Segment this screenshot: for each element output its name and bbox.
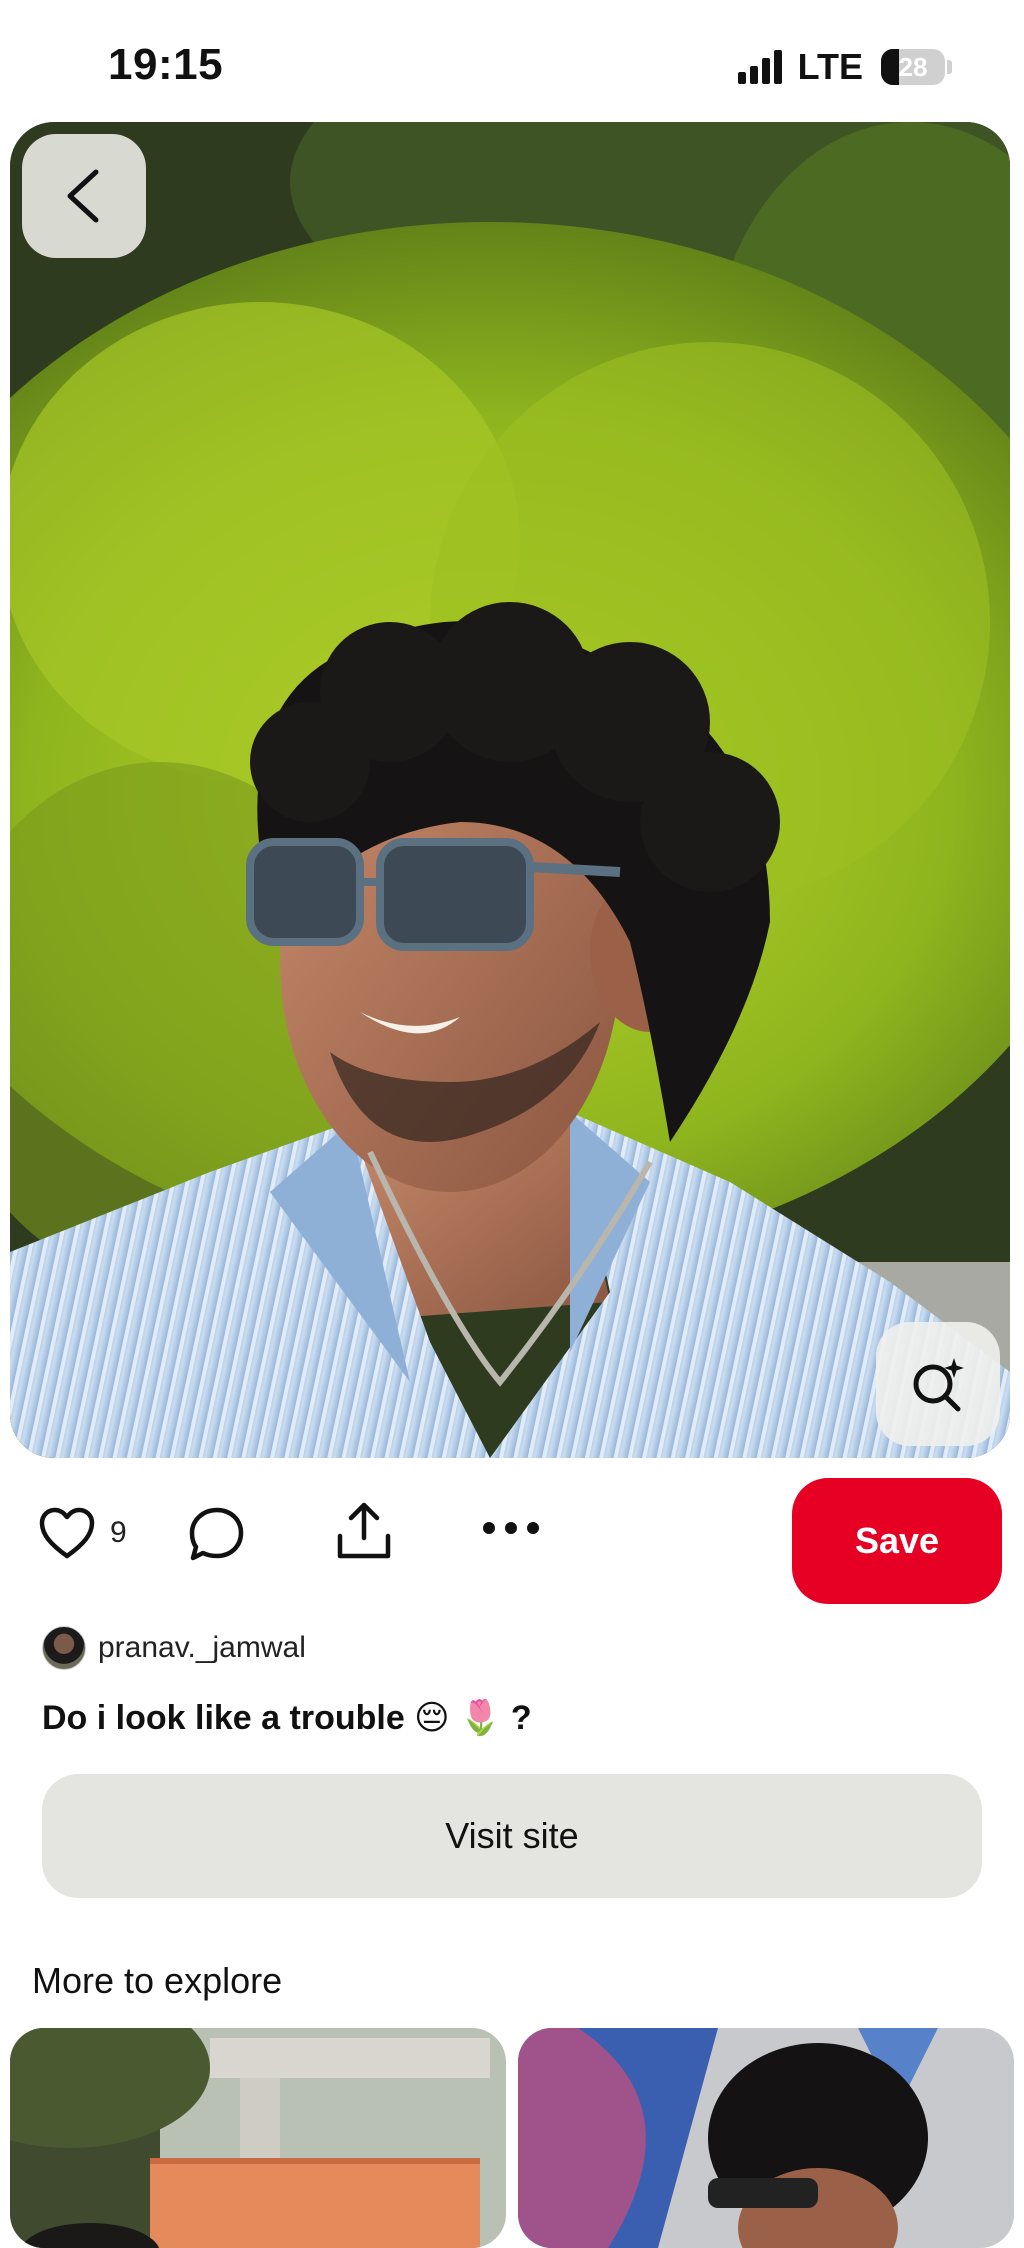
comment-icon bbox=[189, 1507, 244, 1561]
signal-icon bbox=[737, 50, 782, 84]
save-button[interactable]: Save bbox=[792, 1478, 1002, 1604]
more-to-explore-heading: More to explore bbox=[32, 1960, 283, 2001]
share-icon bbox=[337, 1502, 391, 1559]
like-button[interactable]: 9 bbox=[38, 1506, 127, 1560]
status-indicators: LTE 28 bbox=[737, 46, 952, 88]
author-row[interactable]: pranav._jamwal bbox=[42, 1626, 306, 1670]
heart-icon bbox=[39, 1507, 95, 1559]
chevron-left-icon bbox=[67, 169, 99, 223]
author-name[interactable]: pranav._jamwal bbox=[98, 1631, 306, 1665]
explore-pin-card[interactable] bbox=[518, 2028, 1014, 2248]
visual-search-button[interactable] bbox=[876, 1322, 1000, 1446]
back-button[interactable] bbox=[22, 134, 146, 258]
explore-pin-image bbox=[518, 2028, 1014, 2248]
comment-button[interactable] bbox=[188, 1506, 246, 1567]
status-time: 19:15 bbox=[108, 40, 224, 89]
avatar[interactable] bbox=[42, 1626, 86, 1670]
pin-title: Do i look like a trouble 😔 🌷 ? bbox=[42, 1699, 532, 1737]
visit-site-button[interactable]: Visit site bbox=[42, 1774, 982, 1898]
explore-grid bbox=[10, 2028, 1014, 2248]
battery-tip bbox=[947, 60, 952, 74]
more-button[interactable] bbox=[482, 1520, 540, 1541]
pin-image[interactable] bbox=[10, 122, 1010, 1458]
like-count: 9 bbox=[110, 1516, 127, 1549]
visual-search-icon bbox=[913, 1358, 964, 1412]
network-type: LTE bbox=[797, 46, 863, 87]
battery-percent: 28 bbox=[898, 51, 928, 82]
battery-icon: 28 bbox=[881, 49, 945, 85]
explore-pin-card[interactable] bbox=[10, 2028, 506, 2248]
share-button[interactable] bbox=[334, 1500, 394, 1567]
more-icon bbox=[483, 1522, 539, 1534]
pin-photo bbox=[10, 122, 1010, 1458]
pin-action-row: 9 Save bbox=[0, 1476, 1024, 1606]
explore-pin-image bbox=[10, 2028, 506, 2248]
status-bar: 19:15 LTE 28 bbox=[0, 0, 1024, 122]
